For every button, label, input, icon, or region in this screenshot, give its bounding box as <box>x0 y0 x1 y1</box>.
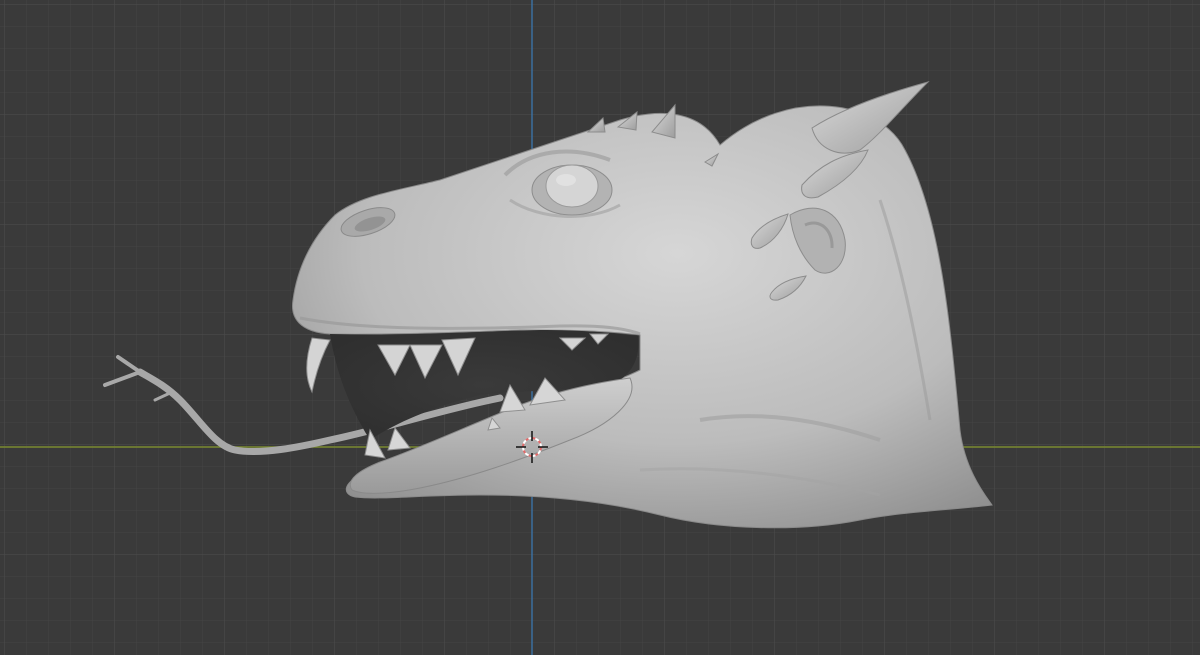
eye <box>545 164 599 208</box>
viewport-canvas[interactable] <box>0 0 1200 655</box>
3d-viewport[interactable] <box>0 0 1200 655</box>
